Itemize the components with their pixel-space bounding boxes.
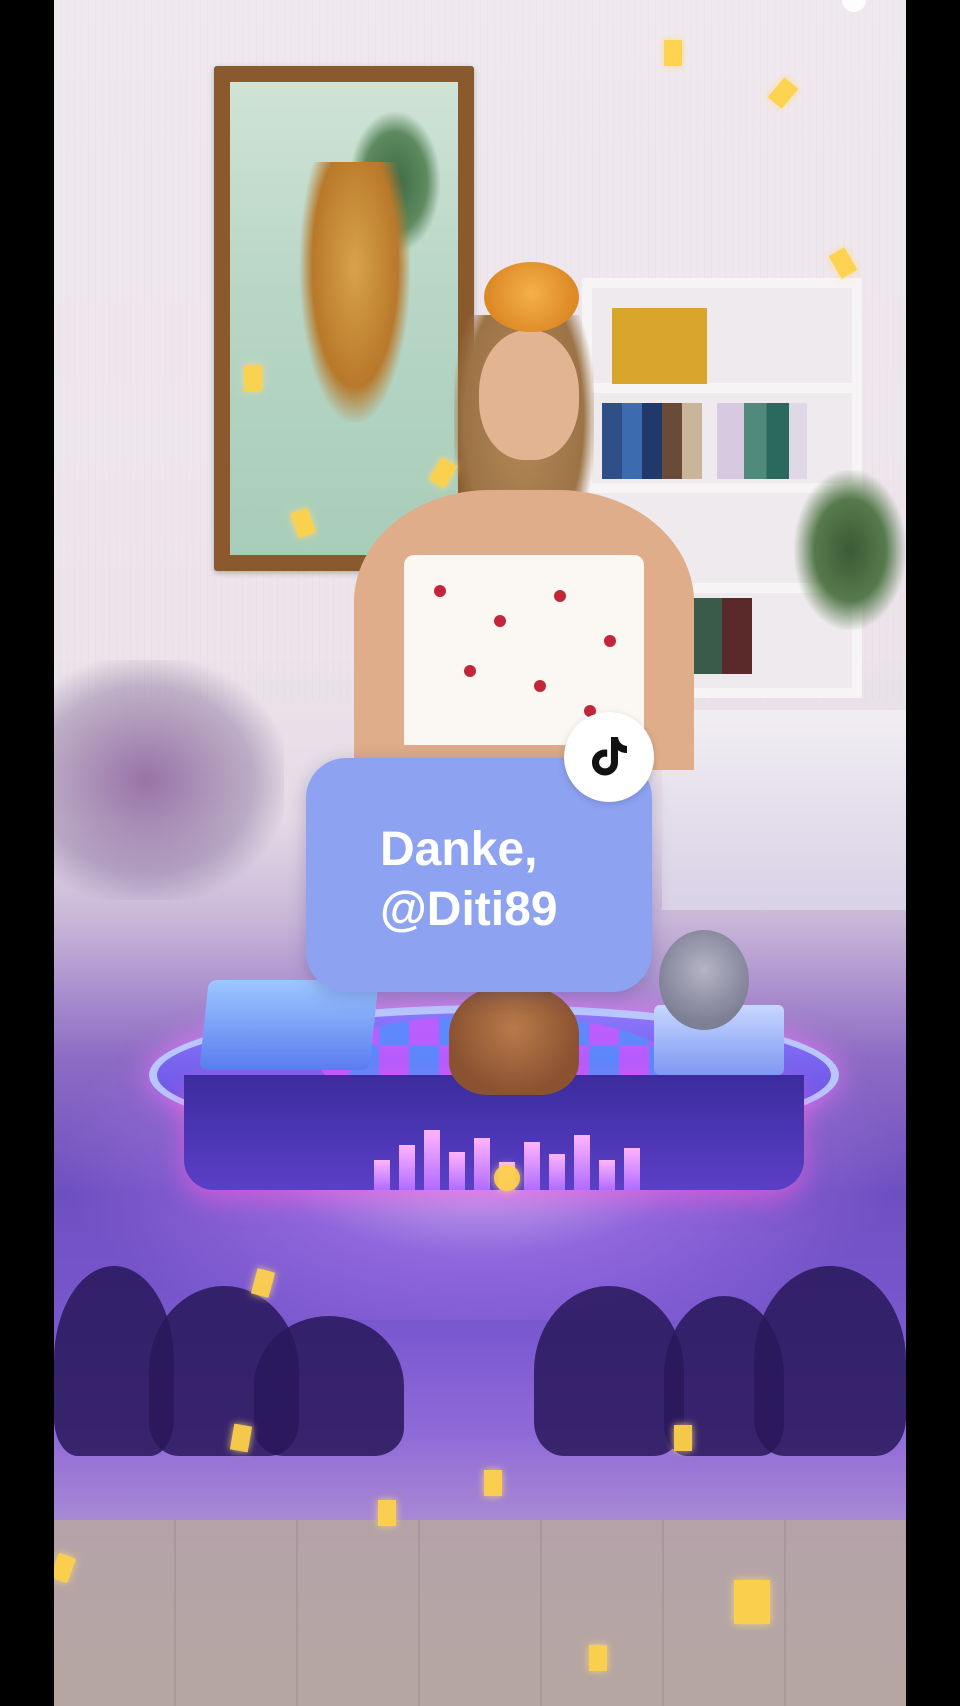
tiger-painting — [214, 66, 474, 571]
streamer-face — [479, 330, 579, 460]
tiktok-badge — [564, 712, 654, 802]
letterbox-right — [906, 0, 960, 1706]
confetti-piece — [664, 40, 682, 66]
confetti-piece — [734, 1580, 770, 1624]
confetti-piece — [589, 1645, 607, 1671]
plant-right — [794, 470, 906, 630]
table-cloth — [662, 710, 906, 910]
audience-silhouette — [534, 1286, 684, 1456]
confetti-piece — [494, 1165, 520, 1191]
audience-silhouette — [254, 1316, 404, 1456]
audience-silhouette — [754, 1266, 906, 1456]
confetti-piece — [378, 1500, 396, 1526]
dj-booth — [199, 980, 379, 1070]
confetti-piece — [244, 365, 262, 391]
pomeranian-filter — [484, 262, 579, 332]
dancing-bear — [449, 985, 579, 1095]
thanks-message: Danke, @Diti89 — [380, 823, 558, 936]
flower-vase-left — [54, 660, 284, 900]
confetti-piece — [674, 1425, 692, 1451]
tiktok-logo-icon — [592, 737, 627, 776]
painting-tiger — [300, 162, 410, 422]
confetti-piece — [484, 1470, 502, 1496]
chinchilla-guitarist — [659, 930, 749, 1030]
wooden-floor — [54, 1520, 906, 1706]
letterbox-left — [0, 0, 54, 1706]
